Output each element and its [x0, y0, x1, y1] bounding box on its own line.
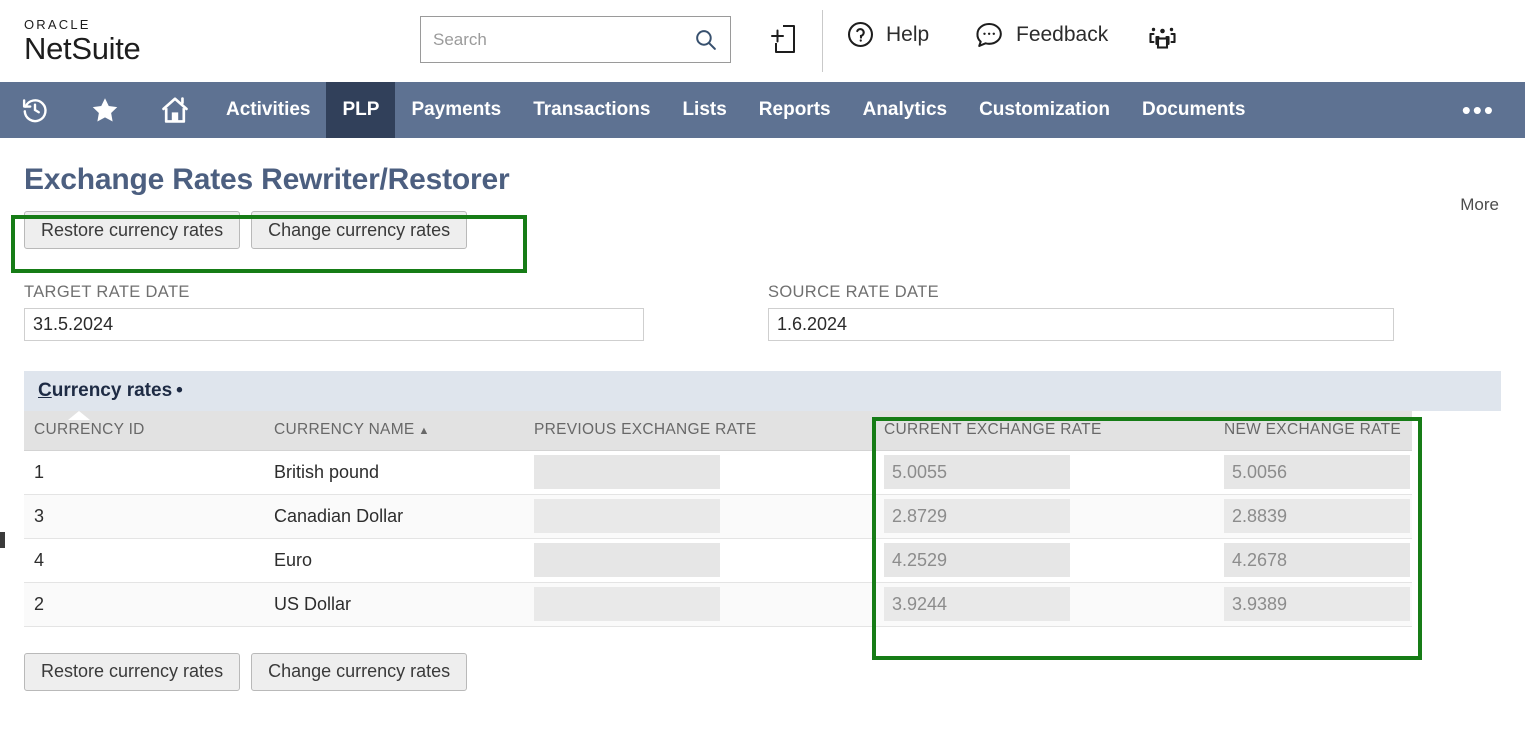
current-rate-input[interactable] [884, 499, 1070, 533]
nav-item-payments[interactable]: Payments [395, 82, 517, 138]
cell-current-rate [874, 582, 1214, 626]
feedback-label: Feedback [1016, 23, 1108, 47]
feedback-button[interactable]: Feedback [974, 20, 1108, 49]
cell-currency-id: 1 [24, 450, 264, 494]
nav-item-documents[interactable]: Documents [1126, 82, 1261, 138]
search-icon[interactable] [693, 27, 718, 52]
page-title: Exchange Rates Rewriter/Restorer [24, 163, 1501, 197]
column-header-currency-name[interactable]: CURRENCY NAME ▲ [264, 411, 524, 450]
table-row[interactable]: 4 Euro [24, 538, 1412, 582]
nav-item-activities[interactable]: Activities [210, 82, 326, 138]
global-search[interactable] [420, 16, 731, 63]
change-currency-rates-button-bottom[interactable]: Change currency rates [251, 653, 467, 691]
more-link[interactable]: More [1460, 195, 1499, 215]
tab-accesskey-letter: C [38, 380, 52, 401]
panel-tabstrip: Currency rates• [24, 371, 1501, 411]
cell-current-rate [874, 494, 1214, 538]
new-rate-input[interactable] [1224, 587, 1410, 621]
cell-current-rate [874, 450, 1214, 494]
star-icon[interactable] [70, 82, 140, 138]
previous-rate-input[interactable] [534, 543, 720, 577]
tab-modified-dot: • [176, 380, 183, 401]
nav-item-customization[interactable]: Customization [963, 82, 1126, 138]
previous-rate-input[interactable] [534, 499, 720, 533]
column-header-current-exchange-rate[interactable]: CURRENT EXCHANGE RATE [874, 411, 1214, 450]
cell-previous-rate [524, 494, 874, 538]
cell-currency-id: 2 [24, 582, 264, 626]
cell-currency-name: Euro [264, 538, 524, 582]
speech-bubble-icon [974, 20, 1005, 49]
sort-ascending-icon: ▲ [419, 425, 430, 437]
netsuite-logo[interactable]: ORACLE NetSuite [24, 18, 354, 64]
cell-currency-name: US Dollar [264, 582, 524, 626]
new-rate-input[interactable] [1224, 543, 1410, 577]
previous-rate-input[interactable] [534, 455, 720, 489]
current-rate-input[interactable] [884, 543, 1070, 577]
nav-item-lists[interactable]: Lists [666, 82, 742, 138]
page-edge-artifact [0, 532, 5, 548]
new-rate-input[interactable] [1224, 499, 1410, 533]
cell-current-rate [874, 538, 1214, 582]
cell-previous-rate [524, 450, 874, 494]
help-label: Help [886, 23, 929, 47]
nav-item-plp[interactable]: PLP [326, 82, 395, 138]
table-row[interactable]: 2 US Dollar [24, 582, 1412, 626]
column-header-currency-name-label: CURRENCY NAME [274, 421, 415, 438]
cell-currency-id: 3 [24, 494, 264, 538]
history-clock-icon[interactable] [0, 82, 70, 138]
cell-currency-name: Canadian Dollar [264, 494, 524, 538]
table-row[interactable]: 1 British pound [24, 450, 1412, 494]
logo-oracle-text: ORACLE [24, 18, 354, 31]
nav-overflow-menu[interactable]: ••• [1462, 82, 1495, 138]
target-rate-date-input[interactable] [24, 308, 644, 341]
nav-item-transactions[interactable]: Transactions [517, 82, 666, 138]
change-currency-rates-button-top[interactable]: Change currency rates [251, 211, 467, 249]
currency-rates-panel: Currency rates• CURRENCY ID CURRENCY NAM… [24, 371, 1501, 627]
previous-rate-input[interactable] [534, 587, 720, 621]
table-row[interactable]: 3 Canadian Dollar [24, 494, 1412, 538]
main-navigation: Activities PLP Payments Transactions Lis… [0, 82, 1525, 138]
cell-new-rate [1214, 538, 1412, 582]
cell-previous-rate [524, 582, 874, 626]
search-input[interactable] [421, 30, 693, 50]
column-header-currency-id[interactable]: CURRENCY ID [24, 411, 264, 450]
column-header-new-exchange-rate[interactable]: NEW EXCHANGE RATE [1214, 411, 1412, 450]
source-rate-date-input[interactable] [768, 308, 1394, 341]
restore-currency-rates-button-bottom[interactable]: Restore currency rates [24, 653, 240, 691]
cell-currency-id: 4 [24, 538, 264, 582]
header-divider [822, 10, 823, 72]
question-circle-icon [846, 20, 875, 49]
table-header-row: CURRENCY ID CURRENCY NAME ▲ PREVIOUS EXCH… [24, 411, 1412, 450]
rate-date-fields: TARGET RATE DATE SOURCE RATE DATE [24, 283, 1501, 341]
target-rate-date-field: TARGET RATE DATE [24, 283, 644, 341]
app-header: ORACLE NetSuite Help Feed [0, 0, 1525, 82]
help-button[interactable]: Help [846, 20, 929, 49]
home-icon[interactable] [140, 82, 210, 138]
bottom-action-buttons: Restore currency rates Change currency r… [24, 653, 1501, 691]
nav-item-reports[interactable]: Reports [743, 82, 847, 138]
logo-netsuite-text: NetSuite [24, 33, 354, 64]
cell-new-rate [1214, 450, 1412, 494]
tab-currency-rates[interactable]: Currency rates• [24, 380, 183, 402]
cell-new-rate [1214, 494, 1412, 538]
restore-currency-rates-button-top[interactable]: Restore currency rates [24, 211, 240, 249]
column-header-previous-exchange-rate[interactable]: PREVIOUS EXCHANGE RATE [524, 411, 874, 450]
source-rate-date-label: SOURCE RATE DATE [768, 283, 1394, 302]
currency-rates-table: CURRENCY ID CURRENCY NAME ▲ PREVIOUS EXCH… [24, 411, 1412, 627]
tab-label-rest: urrency rates [52, 380, 172, 401]
cell-currency-name: British pound [264, 450, 524, 494]
cell-previous-rate [524, 538, 874, 582]
source-rate-date-field: SOURCE RATE DATE [768, 283, 1394, 341]
current-rate-input[interactable] [884, 587, 1070, 621]
tab-caret-icon [68, 411, 90, 420]
new-rate-input[interactable] [1224, 455, 1410, 489]
page-body: Exchange Rates Rewriter/Restorer More Re… [0, 163, 1525, 691]
top-action-buttons: Restore currency rates Change currency r… [24, 211, 1501, 249]
target-rate-date-label: TARGET RATE DATE [24, 283, 644, 302]
current-rate-input[interactable] [884, 455, 1070, 489]
add-document-icon[interactable] [770, 22, 802, 56]
nav-item-analytics[interactable]: Analytics [847, 82, 963, 138]
cell-new-rate [1214, 582, 1412, 626]
people-group-icon[interactable] [1146, 22, 1179, 54]
